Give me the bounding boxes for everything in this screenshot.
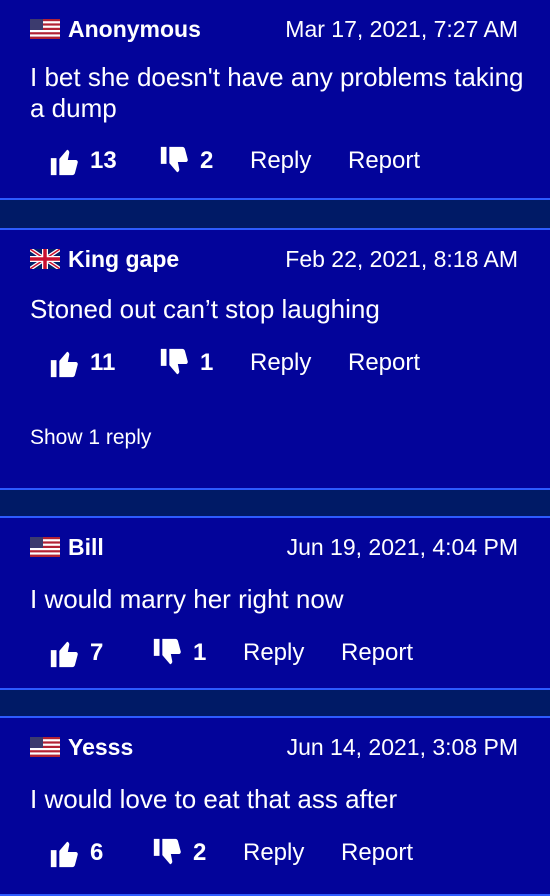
dislike-count: 1: [200, 349, 214, 376]
thumbs-down-icon: [153, 838, 181, 865]
report-link[interactable]: Report: [341, 839, 413, 867]
dislike-button[interactable]: 1: [158, 346, 250, 380]
comment-header: Yesss Jun 14, 2021, 3:08 PM: [30, 732, 518, 762]
comment-actions: 13 2 Reply Report: [48, 144, 420, 178]
comment-date: Jun 14, 2021, 3:08 PM: [286, 733, 518, 760]
report-link[interactable]: Report: [341, 639, 413, 667]
like-count: 11: [90, 349, 116, 376]
like-count: 6: [90, 839, 104, 866]
comment-card: King gape Feb 22, 2021, 8:18 AM Stoned o…: [0, 228, 550, 490]
comment-text: Stoned out can’t stop laughing: [30, 294, 380, 324]
us-flag-icon: [30, 737, 60, 757]
comment-card: Anonymous Mar 17, 2021, 7:27 AM I bet sh…: [0, 0, 550, 200]
thumbs-up-icon: [50, 351, 78, 378]
us-flag-icon: [30, 537, 60, 557]
report-link[interactable]: Report: [348, 349, 420, 377]
comment-actions: 11 1 Reply Report: [48, 346, 420, 380]
comment-card: Bill Jun 19, 2021, 4:04 PM I would marry…: [0, 516, 550, 690]
thumbs-up-icon: [50, 641, 78, 668]
dislike-count: 2: [193, 839, 207, 866]
comment-actions: 6 2 Reply Report: [48, 836, 413, 870]
comment-card: Yesss Jun 14, 2021, 3:08 PM I would love…: [0, 716, 550, 896]
comment-username: King gape: [68, 245, 180, 272]
dislike-count: 1: [193, 639, 207, 666]
comment-username: Bill: [68, 533, 104, 560]
comment-username: Yesss: [68, 733, 134, 760]
like-button[interactable]: 13: [48, 144, 158, 178]
comment-date: Feb 22, 2021, 8:18 AM: [285, 245, 518, 272]
like-button[interactable]: 6: [48, 836, 151, 870]
comment-text: I bet she doesn't have any problems taki…: [30, 62, 524, 123]
comment-date: Jun 19, 2021, 4:04 PM: [286, 533, 518, 560]
us-flag-icon: [30, 19, 60, 39]
like-button[interactable]: 11: [48, 346, 158, 380]
comment-header: King gape Feb 22, 2021, 8:18 AM: [30, 244, 518, 274]
reply-link[interactable]: Reply: [250, 349, 348, 377]
like-button[interactable]: 7: [48, 636, 151, 670]
reply-link[interactable]: Reply: [250, 147, 348, 175]
show-replies-link[interactable]: Show 1 reply: [30, 426, 151, 450]
dislike-button[interactable]: 1: [151, 636, 243, 670]
thumbs-up-icon: [50, 841, 78, 868]
dislike-button[interactable]: 2: [158, 144, 250, 178]
comment-text: I would love to eat that ass after: [30, 784, 398, 814]
report-link[interactable]: Report: [348, 147, 420, 175]
comment-username: Anonymous: [68, 15, 201, 42]
reply-link[interactable]: Reply: [243, 639, 341, 667]
comment-date: Mar 17, 2021, 7:27 AM: [285, 15, 518, 42]
reply-link[interactable]: Reply: [243, 839, 341, 867]
comment-text: I would marry her right now: [30, 584, 344, 614]
like-count: 7: [90, 639, 104, 666]
comment-actions: 7 1 Reply Report: [48, 636, 413, 670]
uk-flag-icon: [30, 249, 60, 269]
comment-header: Anonymous Mar 17, 2021, 7:27 AM: [30, 14, 518, 44]
like-count: 13: [90, 147, 117, 174]
thumbs-down-icon: [160, 348, 188, 375]
dislike-count: 2: [200, 147, 214, 174]
thumbs-down-icon: [160, 146, 188, 173]
dislike-button[interactable]: 2: [151, 836, 243, 870]
comment-header: Bill Jun 19, 2021, 4:04 PM: [30, 532, 518, 562]
thumbs-down-icon: [153, 638, 181, 665]
thumbs-up-icon: [50, 149, 78, 176]
